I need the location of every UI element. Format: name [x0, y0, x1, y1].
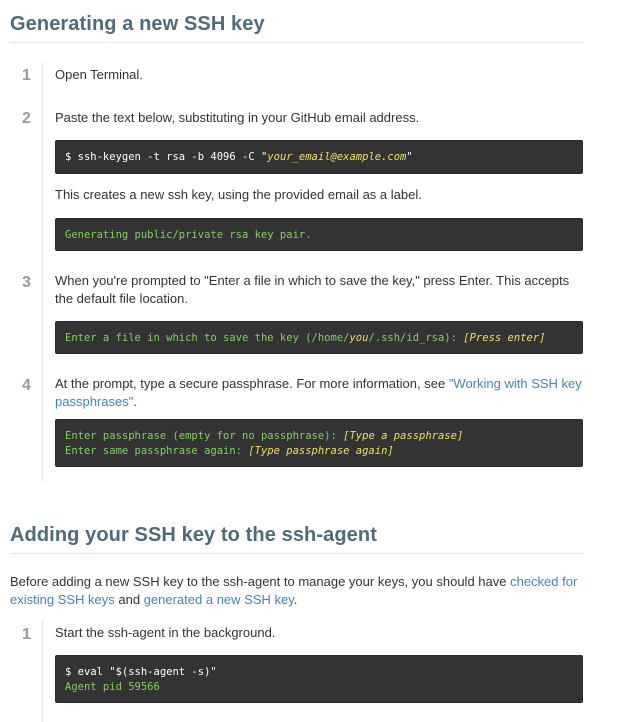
code-block-output[interactable]: Generating public/private rsa key pair. [55, 218, 583, 251]
step-text: At the prompt, type a secure passphrase.… [55, 375, 583, 411]
step-text: Paste the text below, substituting in yo… [55, 110, 420, 125]
step-number: 3 [22, 274, 31, 291]
section-heading-ssh-agent: Adding your SSH key to the ssh-agent [10, 524, 584, 554]
step-number: 1 [22, 626, 31, 643]
intro-text: and [114, 592, 144, 607]
code-placeholder: [Type passphrase again] [248, 445, 394, 457]
code-prompt: Enter a file in which to save the key (/… [65, 332, 350, 344]
code-block-ssh-agent[interactable]: $ eval "$(ssh-agent -s)" Agent pid 59566 [55, 655, 583, 703]
intro-text: . [293, 592, 298, 607]
documentation-page: Generating a new SSH key 1 Open Terminal… [0, 0, 627, 722]
code-block-save-file[interactable]: Enter a file in which to save the key (/… [55, 321, 583, 354]
section-title: Generating a new SSH key [10, 13, 265, 35]
code-command-end: " [406, 151, 413, 163]
step-text: Start the ssh-agent in the background. [55, 625, 276, 640]
intro-paragraph: Before adding a new SSH key to the ssh-a… [10, 573, 584, 609]
code-placeholder-enter: [Press enter] [463, 332, 546, 344]
step-text: When you're prompted to "Enter a file in… [55, 273, 570, 306]
step-number: 4 [22, 377, 31, 394]
code-prompt: Enter same passphrase again: [65, 445, 249, 457]
code-block-keygen[interactable]: $ ssh-keygen -t rsa -b 4096 -C "your_ema… [55, 140, 583, 174]
steps-list: 1 Open Terminal. 2 Paste the text below,… [10, 62, 584, 482]
step-note: This creates a new ssh key, using the pr… [55, 187, 422, 202]
step-text-before: At the prompt, type a secure passphrase.… [55, 376, 449, 391]
code-placeholder-email: your_email@example.com [267, 151, 407, 163]
section-title: Adding your SSH key to the ssh-agent [10, 524, 377, 546]
step-text-after: . [133, 394, 137, 409]
step-number: 2 [22, 110, 31, 127]
step-number: 1 [22, 67, 31, 84]
code-placeholder: [Type a passphrase] [343, 430, 464, 442]
intro-text: Before adding a new SSH key to the ssh-a… [10, 574, 511, 589]
code-command: $ ssh-keygen -t rsa -b 4096 -C " [65, 151, 268, 163]
code-prompt-end: /.ssh/id_rsa): [368, 332, 464, 344]
code-placeholder-you: you [349, 332, 369, 344]
steps-list: 1 Start the ssh-agent in the background.… [10, 620, 584, 722]
step-text: Open Terminal. [55, 67, 143, 82]
code-output: Generating public/private rsa key pair. [65, 229, 312, 241]
code-output: Agent pid 59566 [65, 681, 160, 693]
code-command: $ eval "$(ssh-agent -s)" [65, 666, 217, 678]
code-block-passphrase[interactable]: Enter passphrase (empty for no passphras… [55, 419, 583, 467]
section-heading-generating: Generating a new SSH key [10, 13, 584, 43]
generated-new-key-link[interactable]: generated a new SSH key [144, 592, 294, 607]
code-prompt: Enter passphrase (empty for no passphras… [65, 430, 344, 442]
